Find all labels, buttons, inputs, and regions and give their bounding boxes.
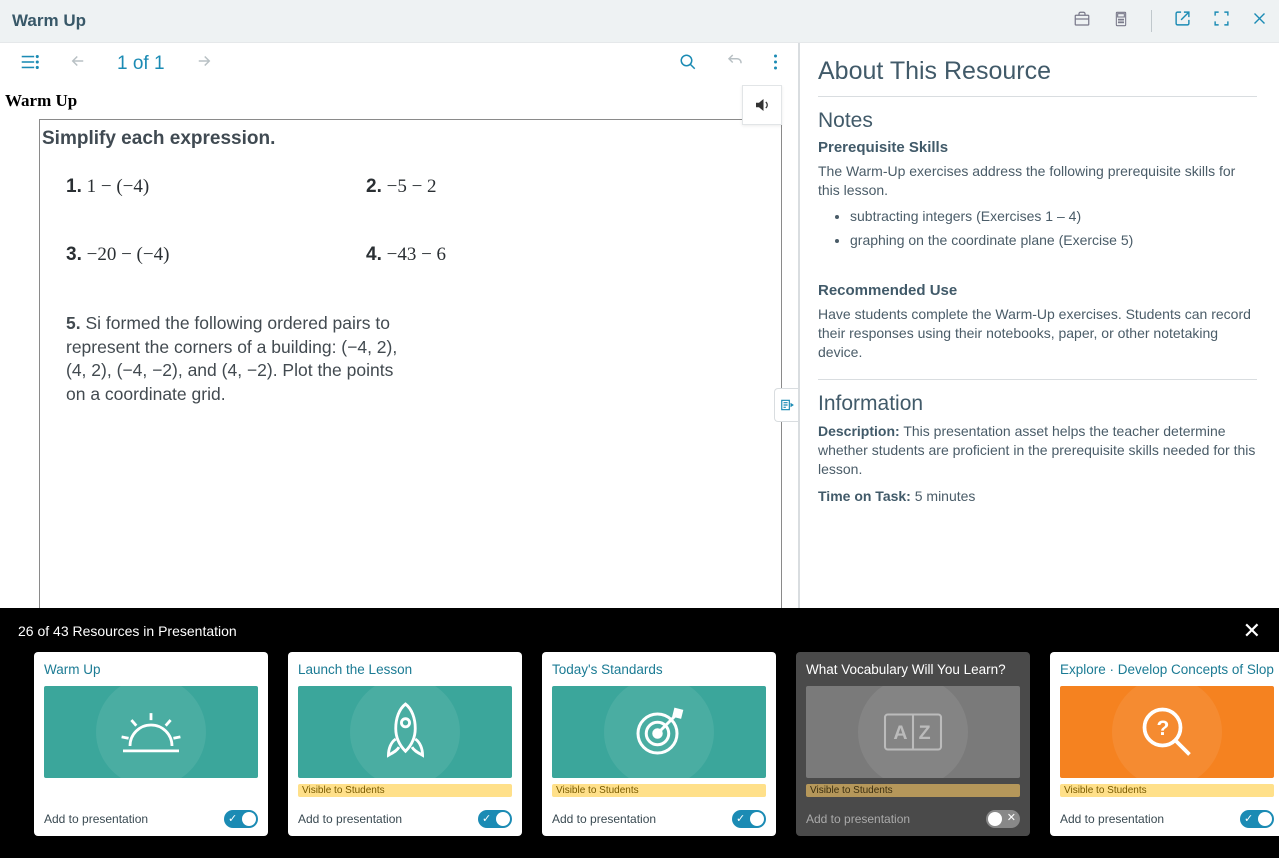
calculator-icon[interactable] bbox=[1113, 10, 1129, 33]
time-on-task: Time on Task: 5 minutes bbox=[818, 487, 1257, 506]
prereq-heading: Prerequisite Skills bbox=[818, 139, 1257, 156]
divider bbox=[818, 379, 1257, 380]
problem-5: 5. Si formed the following ordered pairs… bbox=[66, 312, 406, 407]
content-area: Warm Up Simplify each expression. 1. 1 −… bbox=[0, 85, 798, 608]
add-toggle[interactable]: ✓ bbox=[224, 810, 258, 828]
right-pane: About This Resource Notes Prerequisite S… bbox=[800, 43, 1279, 608]
toolbar: 1 of 1 bbox=[0, 43, 798, 85]
briefcase-icon[interactable] bbox=[1073, 10, 1091, 33]
add-toggle[interactable]: ✓ bbox=[478, 810, 512, 828]
problem-2: 2. −5 − 2 bbox=[366, 176, 626, 198]
card-title: Explore · Develop Concepts of Slope bbox=[1060, 662, 1274, 678]
add-toggle[interactable]: ✓ bbox=[1240, 810, 1274, 828]
card-title: What Vocabulary Will You Learn? bbox=[806, 662, 1020, 678]
card-title: Launch the Lesson bbox=[298, 662, 512, 678]
popout-icon[interactable] bbox=[1174, 10, 1191, 32]
tray-close-icon[interactable]: ✕ bbox=[1243, 618, 1261, 644]
visible-badge: Visible to Students bbox=[298, 784, 512, 797]
az-icon: AZ bbox=[806, 686, 1020, 778]
content-title: Warm Up bbox=[5, 91, 793, 111]
sun-icon bbox=[44, 686, 258, 778]
worksheet: Simplify each expression. 1. 1 − (−4) 2.… bbox=[39, 119, 782, 608]
info-heading: Information bbox=[818, 392, 1257, 416]
page-title: Warm Up bbox=[12, 11, 86, 31]
topbar-icons bbox=[1073, 10, 1267, 33]
prev-page-button[interactable] bbox=[67, 52, 89, 76]
resource-card[interactable]: Launch the Lesson Visible to Students Add … bbox=[288, 652, 522, 836]
description: Description: This presentation asset hel… bbox=[818, 422, 1257, 479]
prereq-text: The Warm-Up exercises address the follow… bbox=[818, 162, 1257, 200]
list-item: graphing on the coordinate plane (Exerci… bbox=[850, 232, 1257, 248]
problems: 1. 1 − (−4) 2. −5 − 2 3. −20 − (−4) 4. −… bbox=[40, 156, 781, 427]
add-toggle[interactable]: ✕ bbox=[986, 810, 1020, 828]
prereq-list: subtracting integers (Exercises 1 – 4) g… bbox=[850, 208, 1257, 248]
menu-icon[interactable] bbox=[20, 55, 39, 74]
card-footer: Add to presentation ✓ bbox=[298, 810, 512, 828]
close-icon[interactable] bbox=[1252, 11, 1267, 31]
toolbar-left: 1 of 1 bbox=[20, 52, 215, 76]
add-label: Add to presentation bbox=[806, 812, 910, 826]
card-strip[interactable]: Warm UpAdd to presentation✓Launch the Le… bbox=[0, 652, 1279, 836]
recuse-text: Have students complete the Warm-Up exerc… bbox=[818, 305, 1257, 362]
divider bbox=[1151, 10, 1152, 32]
problem-4: 4. −43 − 6 bbox=[366, 244, 626, 266]
recuse-heading: Recommended Use bbox=[818, 282, 1257, 299]
tray-count: 26 of 43 Resources in Presentation bbox=[18, 623, 237, 639]
top-bar: Warm Up bbox=[0, 0, 1279, 42]
card-footer: Add to presentation ✕ bbox=[806, 810, 1020, 828]
resource-card[interactable]: Today's Standards Visible to Students Add … bbox=[542, 652, 776, 836]
visible-badge: Visible to Students bbox=[1060, 784, 1274, 797]
add-label: Add to presentation bbox=[552, 812, 656, 826]
question-icon: ? bbox=[1060, 686, 1274, 778]
undo-icon[interactable] bbox=[725, 52, 745, 76]
more-icon[interactable] bbox=[773, 53, 778, 76]
add-label: Add to presentation bbox=[1060, 812, 1164, 826]
main-area: 1 of 1 Warm Up bbox=[0, 42, 1279, 608]
list-item: subtracting integers (Exercises 1 – 4) bbox=[850, 208, 1257, 224]
toolbar-right bbox=[679, 52, 778, 76]
add-label: Add to presentation bbox=[298, 812, 402, 826]
card-title: Today's Standards bbox=[552, 662, 766, 678]
problem-3: 3. −20 − (−4) bbox=[66, 244, 326, 266]
card-footer: Add to presentation ✓ bbox=[44, 810, 258, 828]
page-indicator: 1 of 1 bbox=[117, 53, 165, 75]
resource-tray: 26 of 43 Resources in Presentation ✕ War… bbox=[0, 608, 1279, 858]
resource-card[interactable]: What Vocabulary Will You Learn? AZ Visible… bbox=[796, 652, 1030, 836]
next-page-button[interactable] bbox=[193, 52, 215, 76]
resource-card[interactable]: Warm Up Add to presentation ✓ bbox=[34, 652, 268, 836]
fullscreen-icon[interactable] bbox=[1213, 10, 1230, 32]
left-pane: 1 of 1 Warm Up bbox=[0, 43, 800, 608]
rocket-icon bbox=[298, 686, 512, 778]
card-footer: Add to presentation ✓ bbox=[552, 810, 766, 828]
svg-text:A: A bbox=[893, 722, 907, 744]
add-label: Add to presentation bbox=[44, 812, 148, 826]
visible-badge: Visible to Students bbox=[552, 784, 766, 797]
svg-text:?: ? bbox=[1157, 717, 1170, 740]
instruction: Simplify each expression. bbox=[40, 120, 781, 156]
card-title: Warm Up bbox=[44, 662, 258, 678]
resource-card[interactable]: Explore · Develop Concepts of Slope? Visi… bbox=[1050, 652, 1279, 836]
svg-text:Z: Z bbox=[919, 722, 931, 744]
add-toggle[interactable]: ✓ bbox=[732, 810, 766, 828]
problem-1: 1. 1 − (−4) bbox=[66, 176, 326, 198]
about-heading: About This Resource bbox=[818, 57, 1257, 97]
notes-heading: Notes bbox=[818, 109, 1257, 133]
target-icon bbox=[552, 686, 766, 778]
visible-badge: Visible to Students bbox=[806, 784, 1020, 797]
card-footer: Add to presentation ✓ bbox=[1060, 810, 1274, 828]
panel-toggle[interactable] bbox=[774, 388, 798, 422]
search-icon[interactable] bbox=[679, 53, 697, 76]
audio-button[interactable] bbox=[742, 85, 782, 125]
